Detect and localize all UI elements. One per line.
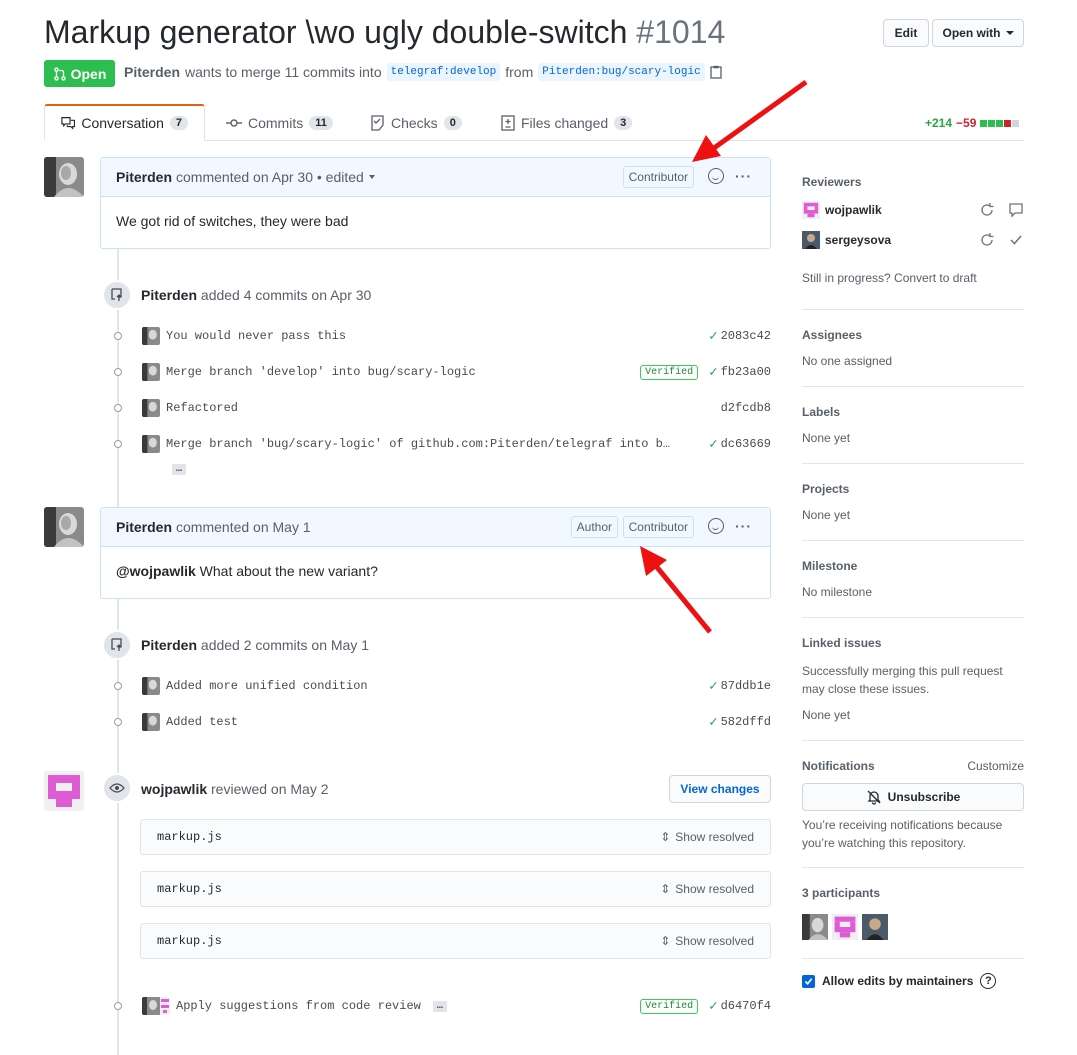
red-arrow-1 bbox=[692, 79, 808, 162]
annotation-arrows bbox=[640, 79, 808, 634]
red-arrow-2 bbox=[640, 546, 712, 634]
